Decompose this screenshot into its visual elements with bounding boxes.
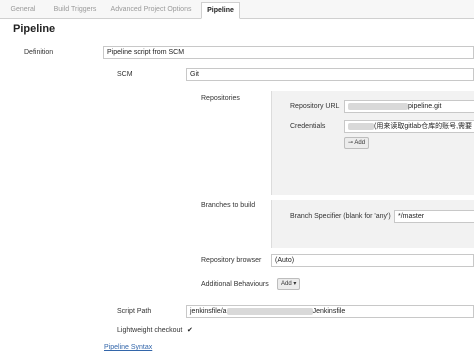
repositories-panel: Repository URL pipeline.git Credentials …: [271, 91, 474, 195]
credentials-select[interactable]: (用来读取gitlab仓库的账号,需要: [344, 120, 474, 133]
redacted-text: [348, 122, 374, 130]
repository-browser-label: Repository browser: [201, 257, 262, 264]
definition-select[interactable]: Pipeline script from SCM: [103, 46, 474, 59]
script-path-prefix: jenkinsfile/a: [190, 308, 227, 315]
repositories-label: Repositories: [201, 95, 240, 102]
definition-label: Definition: [24, 49, 54, 56]
lightweight-checkout-label: Lightweight checkout: [117, 327, 183, 334]
lightweight-checkout-checkbox[interactable]: ✔: [187, 327, 194, 334]
redacted-text: [226, 307, 313, 315]
tab-bar: General Build Triggers Advanced Project …: [0, 0, 474, 19]
script-path-label: Script Path: [117, 308, 152, 315]
key-icon: ⊸: [348, 140, 354, 146]
credentials-value: (用来读取gitlab仓库的账号,需要: [374, 123, 473, 130]
additional-behaviours-add-button[interactable]: Add ▾: [277, 278, 301, 290]
repository-url-label: Repository URL: [290, 103, 340, 110]
script-path-input[interactable]: jenkinsfile/a Jenkinsfile: [186, 305, 474, 318]
pipeline-syntax-link[interactable]: Pipeline Syntax: [104, 344, 152, 351]
branches-label: Branches to build: [201, 202, 256, 209]
additional-behaviours-label: Additional Behaviours: [201, 281, 269, 288]
redacted-text: [348, 102, 408, 110]
branches-panel: Branch Specifier (blank for 'any') */mas…: [271, 200, 474, 248]
section-title: Pipeline: [13, 23, 56, 35]
tab-pipeline[interactable]: Pipeline: [201, 2, 240, 19]
repository-browser-select[interactable]: (Auto): [271, 254, 474, 267]
script-path-suffix: Jenkinsfile: [312, 308, 346, 315]
tab-build-triggers[interactable]: Build Triggers: [49, 2, 101, 19]
repository-url-input[interactable]: pipeline.git: [344, 100, 474, 113]
credentials-label: Credentials: [290, 123, 326, 130]
branch-specifier-input[interactable]: */master: [394, 210, 474, 223]
credentials-add-button[interactable]: ⊸ Add: [344, 137, 370, 149]
scm-select[interactable]: Git: [186, 68, 474, 81]
credentials-add-label: Add: [354, 140, 366, 146]
tab-general[interactable]: General: [6, 2, 40, 19]
chevron-down-icon: ▾: [293, 281, 297, 287]
tab-advanced-project-options[interactable]: Advanced Project Options: [108, 2, 194, 19]
repository-url-suffix: pipeline.git: [408, 103, 442, 110]
additional-behaviours-add-label: Add: [281, 281, 292, 287]
branch-specifier-label: Branch Specifier (blank for 'any'): [290, 213, 391, 220]
scm-label: SCM: [117, 71, 133, 78]
